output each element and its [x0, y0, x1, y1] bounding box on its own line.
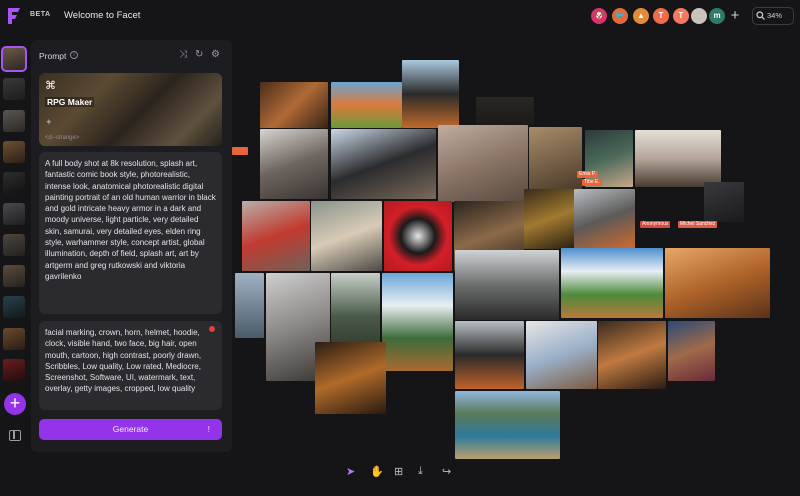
page-title: Welcome to Facet — [64, 10, 141, 21]
canvas-toolbar: ➤ ✋ ⊞ ⤓ ↪ — [336, 461, 466, 485]
search-icon — [756, 11, 765, 20]
style-tag: <d--strange> — [45, 135, 80, 141]
avatar[interactable]: T — [673, 8, 689, 24]
collaborator-cursor-label: Tibe E. — [582, 179, 602, 186]
history-thumbnail[interactable] — [3, 110, 25, 132]
canvas-image[interactable] — [402, 60, 459, 128]
avatar[interactable]: T — [653, 8, 669, 24]
history-rail: + — [0, 40, 30, 452]
canvas-image[interactable] — [232, 147, 248, 155]
canvas-image[interactable] — [315, 342, 386, 414]
canvas-image[interactable] — [438, 125, 528, 202]
avatar[interactable]: ▲ — [633, 8, 649, 24]
generate-button[interactable]: Generate ! — [39, 419, 222, 440]
collaborator-cursor-label: Emia P. — [577, 171, 598, 178]
zoom-control[interactable]: 34% — [752, 7, 794, 25]
avatar[interactable]: m — [709, 8, 725, 24]
canvas-image[interactable] — [476, 97, 534, 125]
canvas-image[interactable] — [635, 130, 721, 187]
prompt-textarea[interactable]: A full body shot at 8k resolution, splas… — [39, 152, 222, 314]
generate-label: Generate — [112, 424, 149, 434]
style-icon: ⌘ — [45, 80, 56, 92]
history-thumbnail[interactable] — [3, 328, 25, 350]
beta-badge: BETA — [30, 11, 51, 18]
canvas-image[interactable] — [455, 250, 559, 320]
canvas-image[interactable] — [574, 189, 635, 249]
history-thumbnail[interactable] — [3, 172, 25, 194]
generate-hint: ! — [207, 424, 210, 434]
history-thumbnail[interactable] — [1, 46, 27, 72]
info-icon[interactable]: i — [70, 51, 78, 59]
image-canvas[interactable]: Emia P. Tibe E. Anonymous Michel Sanchez — [232, 32, 800, 459]
collaborator-cursor-label: Michel Sanchez — [678, 221, 718, 228]
shuffle-icon[interactable]: ⤨ — [179, 49, 187, 60]
collaborator-cursor-label: Anonymous — [640, 221, 671, 228]
share-icon[interactable]: ↪ — [442, 465, 451, 478]
prompt-panel: Prompt i ⤨ ↻ ⚙ ⌘ RPG Maker ✦ <d--strange… — [31, 40, 232, 452]
invite-button[interactable]: + — [728, 7, 742, 25]
zoom-level: 34% — [767, 11, 783, 20]
download-icon[interactable]: ⤓ — [418, 465, 423, 478]
add-image-icon[interactable]: ⊞ — [394, 465, 403, 478]
select-cursor-icon[interactable]: ➤ — [346, 465, 355, 478]
canvas-image[interactable] — [561, 248, 663, 318]
reset-icon[interactable]: ↻ — [195, 49, 203, 60]
history-thumbnail[interactable] — [3, 234, 25, 256]
style-label: RPG Maker — [45, 97, 95, 107]
canvas-image[interactable] — [455, 391, 560, 459]
canvas-image[interactable] — [524, 189, 574, 249]
canvas-image[interactable] — [331, 129, 436, 199]
avatar[interactable]: 🐶 — [591, 8, 607, 24]
avatar[interactable]: 🐦 — [612, 8, 628, 24]
history-thumbnail[interactable] — [3, 78, 25, 100]
style-card[interactable]: ⌘ RPG Maker ✦ <d--strange> — [39, 73, 222, 146]
canvas-image[interactable] — [384, 201, 452, 271]
sparkle-icon: ✦ — [45, 117, 53, 127]
panel-title: Prompt — [39, 51, 67, 61]
history-thumbnail[interactable] — [3, 265, 25, 287]
facet-logo[interactable] — [6, 7, 22, 25]
canvas-image[interactable] — [665, 248, 770, 318]
history-thumbnail[interactable] — [3, 203, 25, 225]
canvas-image[interactable] — [242, 201, 310, 271]
negative-prompt-textarea[interactable]: facial marking, crown, horn, helmet, hoo… — [39, 321, 222, 410]
negative-prompt-indicator — [209, 326, 215, 332]
canvas-image[interactable] — [526, 321, 597, 389]
canvas-image[interactable] — [668, 321, 715, 381]
canvas-image[interactable] — [331, 82, 402, 128]
history-thumbnail[interactable] — [3, 141, 25, 163]
canvas-image[interactable] — [260, 82, 328, 128]
new-prompt-button[interactable]: + — [4, 393, 26, 415]
history-thumbnail[interactable] — [3, 296, 25, 318]
canvas-image[interactable] — [235, 273, 264, 338]
avatar[interactable] — [691, 8, 707, 24]
history-thumbnail[interactable] — [3, 359, 25, 381]
canvas-image[interactable] — [382, 273, 453, 371]
toggle-panel-icon[interactable] — [9, 430, 21, 441]
canvas-image[interactable] — [455, 321, 524, 389]
hand-icon[interactable]: ✋ — [370, 465, 384, 478]
canvas-image[interactable] — [311, 201, 382, 271]
canvas-image[interactable] — [260, 129, 328, 199]
canvas-image[interactable] — [529, 127, 582, 189]
canvas-image[interactable] — [704, 182, 744, 222]
top-bar: BETA Welcome to Facet 🐶 🐦 ▲ T T m + 34% — [0, 0, 800, 32]
settings-gear-icon[interactable]: ⚙ — [211, 49, 220, 60]
canvas-image[interactable] — [598, 321, 666, 389]
